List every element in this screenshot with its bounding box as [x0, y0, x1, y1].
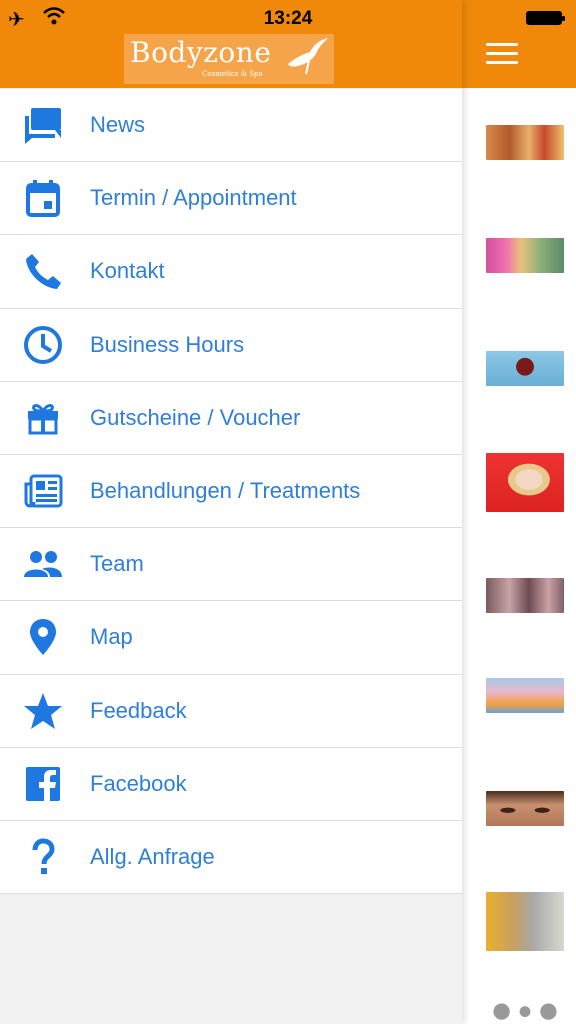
menu-item-label: Business Hours	[90, 331, 245, 357]
salon-thumbnail[interactable]	[486, 892, 564, 951]
menu-item-label: Gutscheine / Voucher	[90, 404, 301, 430]
menu-item-label: Kontakt	[90, 258, 165, 284]
menu-item-treatments[interactable]: Behandlungen / Treatments	[0, 455, 462, 529]
app-logo: Bodyzone Cosmetics & Spa	[124, 34, 334, 84]
faces-thumbnail[interactable]	[486, 993, 564, 1024]
thumbnail-list	[462, 88, 576, 1024]
menu-item-label: Feedback	[90, 697, 187, 723]
menu-item-label: Map	[90, 624, 133, 650]
menu-item-contact[interactable]: Kontakt	[0, 235, 462, 309]
status-bar: ✈ 13:24	[0, 0, 576, 36]
map-pin-icon	[20, 614, 66, 660]
logo-subtitle: Cosmetics & Spa	[202, 70, 263, 78]
menu-item-label: News	[90, 112, 146, 138]
star-icon	[20, 688, 66, 734]
menu-item-appointment[interactable]: Termin / Appointment	[0, 162, 462, 236]
people-icon	[20, 541, 66, 587]
chat-bubbles-icon	[20, 102, 66, 148]
hamburger-menu-icon[interactable]	[486, 43, 518, 69]
screen: Bodyzone Cosmetics & Spa News Termin / A…	[0, 0, 576, 1024]
menu-item-label: Facebook	[90, 770, 187, 796]
hands-thumbnail[interactable]	[486, 578, 564, 613]
menu-item-news[interactable]: News	[0, 89, 462, 163]
food-thumbnail[interactable]	[486, 125, 564, 160]
phone-icon	[20, 248, 66, 294]
menu-item-label: Allg. Anfrage	[90, 843, 215, 869]
menu-item-team[interactable]: Team	[0, 528, 462, 602]
menu-item-label: Termin / Appointment	[90, 185, 297, 211]
blossom-thumbnail[interactable]	[486, 678, 564, 713]
menu-item-business-hours[interactable]: Business Hours	[0, 309, 462, 382]
menu-item-feedback[interactable]: Feedback	[0, 675, 462, 748]
menu-item-label: Behandlungen / Treatments	[90, 478, 361, 504]
question-icon	[20, 834, 66, 880]
woman-blue-thumbnail[interactable]	[486, 351, 564, 386]
newspaper-icon	[20, 468, 66, 514]
clock-icon	[20, 322, 66, 368]
logo-text: Bodyzone	[130, 36, 272, 69]
calendar-icon	[20, 175, 66, 221]
facebook-icon	[20, 761, 66, 807]
menu-list: News Termin / Appointment Kontakt Busine…	[0, 89, 462, 895]
status-time: 13:24	[263, 8, 313, 29]
hummingbird-icon	[288, 38, 328, 75]
menu-item-facebook[interactable]: Facebook	[0, 748, 462, 821]
menu-item-general-inquiry[interactable]: Allg. Anfrage	[0, 821, 462, 895]
gift-icon	[20, 395, 66, 441]
woman-red-thumbnail[interactable]	[486, 453, 564, 512]
menu-item-map[interactable]: Map	[0, 601, 462, 675]
menu-item-label: Team	[90, 551, 144, 577]
flowers-thumbnail[interactable]	[486, 238, 564, 273]
menu-item-voucher[interactable]: Gutscheine / Voucher	[0, 382, 462, 455]
eyes-thumbnail[interactable]	[486, 791, 564, 826]
battery-icon	[526, 11, 565, 25]
side-drawer: Bodyzone Cosmetics & Spa News Termin / A…	[0, 0, 462, 1024]
